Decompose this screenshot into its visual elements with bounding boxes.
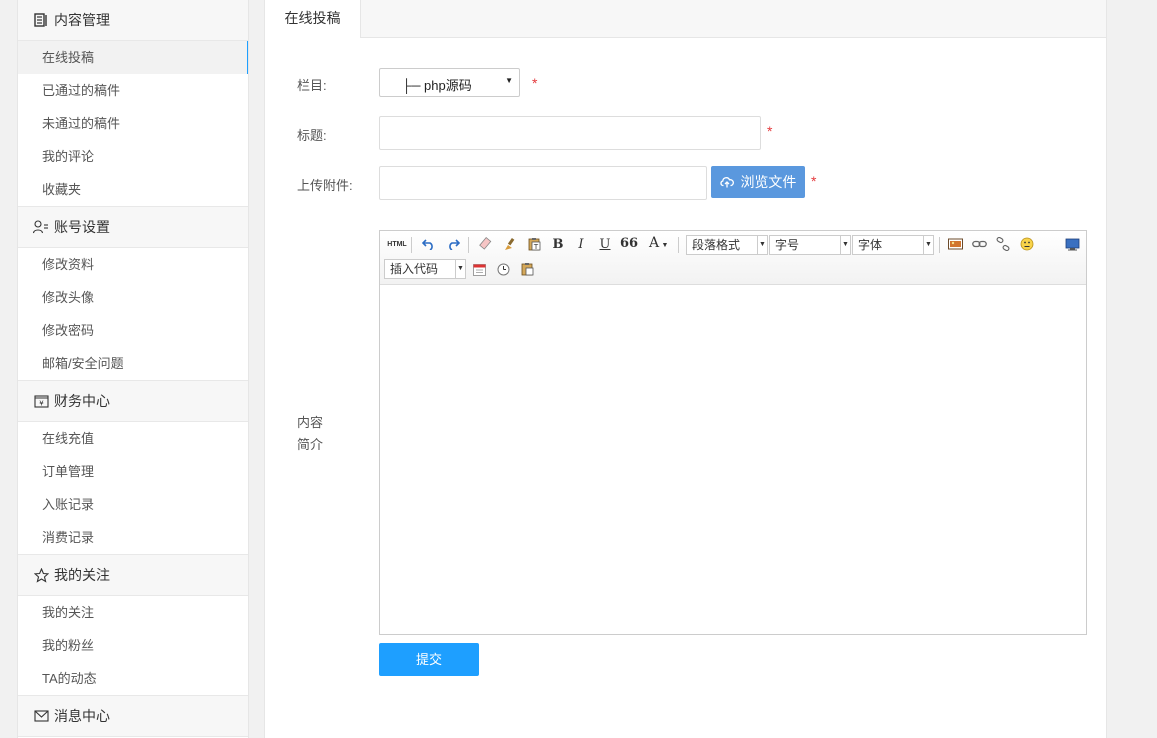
section-title: 内容管理 <box>54 12 110 28</box>
svg-text:T: T <box>532 243 538 251</box>
calendar-icon[interactable] <box>470 260 488 278</box>
attach-label: 上传附件: <box>297 178 353 193</box>
required-mark: * <box>532 75 538 91</box>
section-header-finance[interactable]: ¥ 财务中心 <box>18 381 248 422</box>
bold-button[interactable]: B <box>549 235 567 253</box>
paste-icon[interactable] <box>518 260 536 278</box>
browse-file-label: 浏览文件 <box>740 174 797 190</box>
section-title: 账号设置 <box>54 219 110 235</box>
sidebar-item-rejected[interactable]: 未通过的稿件 <box>18 107 248 140</box>
sidebar-item-edit-password[interactable]: 修改密码 <box>18 314 248 347</box>
clock-icon[interactable] <box>494 260 512 278</box>
sidebar-item-approved[interactable]: 已通过的稿件 <box>18 74 248 107</box>
sidebar-item-activity[interactable]: TA的动态 <box>18 662 248 695</box>
format-brush-icon[interactable] <box>501 235 519 253</box>
section-items-follow: 我的关注 我的粉丝 TA的动态 <box>18 596 248 696</box>
editor-toolbar: HTML T B I U 66 A ▼ 段落格式 ▼ 字号 ▼ 字体 ▼ 插入代… <box>380 231 1086 285</box>
link-icon[interactable] <box>970 235 988 253</box>
sidebar-item-comments[interactable]: 我的评论 <box>18 140 248 173</box>
paste-text-icon[interactable]: T <box>525 235 543 253</box>
italic-button[interactable]: I <box>572 235 590 253</box>
redo-icon[interactable] <box>444 235 462 253</box>
mail-icon <box>33 708 49 724</box>
section-header-account[interactable]: 账号设置 <box>18 207 248 248</box>
title-label: 标题: <box>297 128 327 143</box>
sidebar-item-spending[interactable]: 消费记录 <box>18 521 248 554</box>
caret-down-icon: ▼ <box>505 76 513 85</box>
paragraph-format-value: 段落格式 <box>692 238 741 252</box>
sidebar-item-favorites[interactable]: 收藏夹 <box>18 173 248 206</box>
wallet-icon: ¥ <box>33 393 49 409</box>
rich-text-editor: HTML T B I U 66 A ▼ 段落格式 ▼ 字号 ▼ 字体 ▼ 插入代… <box>379 230 1087 635</box>
font-size-select[interactable]: 字号 ▼ <box>769 235 851 255</box>
editor-content-area[interactable] <box>380 285 1086 634</box>
sidebar-item-edit-profile[interactable]: 修改资料 <box>18 248 248 281</box>
content-label-line2: 简介 <box>297 437 324 452</box>
section-items-finance: 在线充值 订单管理 入账记录 消费记录 <box>18 422 248 555</box>
sidebar: 内容管理 在线投稿 已通过的稿件 未通过的稿件 我的评论 收藏夹 账号设置 修改… <box>17 0 249 738</box>
sidebar-item-orders[interactable]: 订单管理 <box>18 455 248 488</box>
title-input[interactable] <box>379 116 761 150</box>
insert-code-value: 插入代码 <box>390 262 439 276</box>
sidebar-item-recharge[interactable]: 在线充值 <box>18 422 248 455</box>
column-label: 栏目: <box>297 78 327 93</box>
tab-online-submit[interactable]: 在线投稿 <box>265 0 361 38</box>
undo-icon[interactable] <box>420 235 438 253</box>
star-icon <box>33 567 49 583</box>
column-select-value: ├─ php源码 <box>402 78 472 93</box>
insert-code-select[interactable]: 插入代码 ▼ <box>384 259 466 279</box>
section-title: 我的关注 <box>54 567 110 583</box>
section-header-messages[interactable]: 消息中心 <box>18 696 248 737</box>
section-items-account: 修改资料 修改头像 修改密码 邮箱/安全问题 <box>18 248 248 381</box>
main-panel: 在线投稿 栏目: ├─ php源码 ▼ * 标题: * 上传附件: 浏览文件 *… <box>264 0 1107 738</box>
user-icon <box>33 219 49 235</box>
svg-text:¥: ¥ <box>39 400 44 408</box>
sidebar-item-following[interactable]: 我的关注 <box>18 596 248 629</box>
sidebar-item-income[interactable]: 入账记录 <box>18 488 248 521</box>
eraser-icon[interactable] <box>477 235 495 253</box>
content-label-line1: 内容 <box>297 415 324 430</box>
tab-bar: 在线投稿 <box>265 0 1106 38</box>
section-items-content: 在线投稿 已通过的稿件 未通过的稿件 我的评论 收藏夹 <box>18 41 248 207</box>
required-mark: * <box>767 123 773 139</box>
document-icon <box>33 12 49 28</box>
image-icon[interactable] <box>946 235 964 253</box>
cloud-upload-icon <box>719 167 734 199</box>
font-family-value: 字体 <box>858 238 883 252</box>
submit-button[interactable]: 提交 <box>379 643 479 676</box>
caret-down-icon: ▼ <box>923 236 933 254</box>
caret-down-icon: ▼ <box>840 236 850 254</box>
font-size-value: 字号 <box>775 238 800 252</box>
sidebar-item-edit-avatar[interactable]: 修改头像 <box>18 281 248 314</box>
blockquote-button[interactable]: 66 <box>620 234 638 252</box>
emoticon-icon[interactable] <box>1018 235 1036 253</box>
column-select[interactable]: ├─ php源码 ▼ <box>379 68 520 97</box>
sidebar-item-online-submit[interactable]: 在线投稿 <box>18 41 248 74</box>
attach-input[interactable] <box>379 166 707 200</box>
caret-down-icon: ▼ <box>455 260 465 278</box>
html-source-button[interactable]: HTML <box>386 235 408 253</box>
sidebar-item-email-security[interactable]: 邮箱/安全问题 <box>18 347 248 380</box>
unlink-icon[interactable] <box>994 235 1012 253</box>
sidebar-item-fans[interactable]: 我的粉丝 <box>18 629 248 662</box>
section-header-content[interactable]: 内容管理 <box>18 0 248 41</box>
font-family-select[interactable]: 字体 ▼ <box>852 235 934 255</box>
browse-file-button[interactable]: 浏览文件 <box>711 166 805 198</box>
underline-button[interactable]: U <box>596 235 614 253</box>
section-header-follow[interactable]: 我的关注 <box>18 555 248 596</box>
paragraph-format-select[interactable]: 段落格式 ▼ <box>686 235 768 255</box>
caret-down-icon[interactable]: ▼ <box>661 236 669 254</box>
section-title: 财务中心 <box>54 393 110 409</box>
caret-down-icon: ▼ <box>757 236 767 254</box>
required-mark: * <box>811 173 817 189</box>
section-title: 消息中心 <box>54 708 110 724</box>
fullscreen-icon[interactable] <box>1063 235 1081 253</box>
